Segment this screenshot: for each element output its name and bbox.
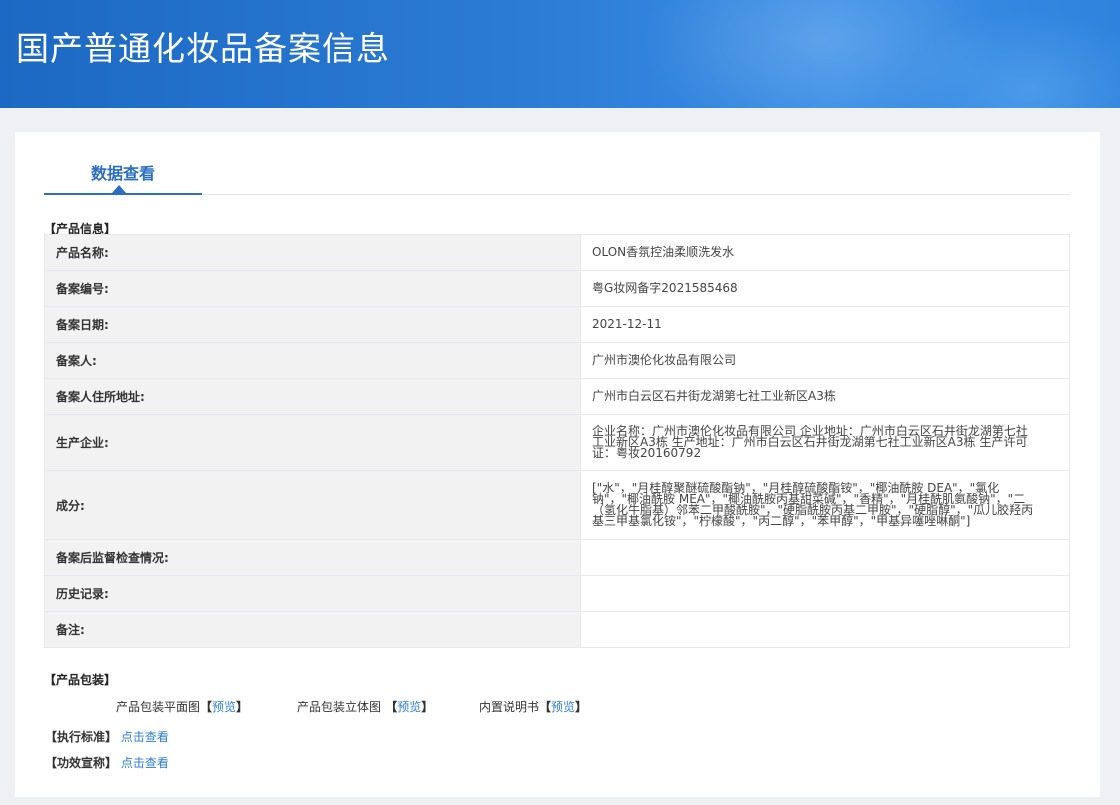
row-value: [580, 611, 1070, 648]
content-panel: 数据查看 【产品信息】 产品名称: OLON香氛控油柔顺洗发水 备案编号: 粤G…: [15, 132, 1100, 797]
table-row: 备案人: 广州市澳伦化妆品有限公司: [44, 342, 1070, 379]
row-key: 生产企业:: [44, 414, 581, 471]
row-key: 备案后监督检查情况:: [44, 539, 581, 576]
table-row: 成分: ["水"，"月桂醇聚醚硫酸酯钠"，"月桂醇硫酸酯铵"，"椰油酰胺 DEA…: [44, 470, 1070, 540]
table-row: 备注:: [44, 611, 1070, 648]
packaging-item-3d: 产品包装立体图 【预览】: [297, 698, 433, 715]
row-key: 备注:: [44, 611, 581, 648]
efficacy-line: 【功效宣称】 点击查看: [45, 754, 169, 771]
row-value: ["水"，"月桂醇聚醚硫酸酯钠"，"月桂醇硫酸酯铵"，"椰油酰胺 DEA"，"氯…: [580, 470, 1070, 540]
efficacy-label: 【功效宣称】: [45, 756, 118, 770]
packaging-item-label: 产品包装平面图: [116, 700, 201, 714]
row-value: 2021-12-11: [580, 306, 1070, 343]
row-value: 广州市澳伦化妆品有限公司: [580, 342, 1070, 379]
row-key: 备案编号:: [44, 270, 581, 307]
row-key: 成分:: [44, 470, 581, 540]
packaging-heading: 【产品包装】: [44, 673, 117, 687]
table-row: 备案日期: 2021-12-11: [44, 306, 1070, 343]
product-info-table: 产品名称: OLON香氛控油柔顺洗发水 备案编号: 粤G妆网备字20215854…: [44, 234, 1070, 648]
bracket-close: 】: [236, 700, 249, 714]
row-key: 历史记录:: [44, 575, 581, 612]
row-value: OLON香氛控油柔顺洗发水: [580, 234, 1070, 271]
packaging-item-flat: 产品包装平面图【预览】: [116, 698, 248, 715]
standard-line: 【执行标准】 点击查看: [45, 728, 169, 745]
preview-link-flat[interactable]: 预览: [212, 700, 236, 714]
row-key: 备案日期:: [44, 306, 581, 343]
row-value: [580, 575, 1070, 612]
row-value: 粤G妆网备字2021585468: [580, 270, 1070, 307]
standard-view-link[interactable]: 点击查看: [121, 730, 169, 744]
preview-link-manual[interactable]: 预览: [551, 700, 575, 714]
row-key: 备案人住所地址:: [44, 378, 581, 415]
row-value: [580, 539, 1070, 576]
row-value: 企业名称：广州市澳伦化妆品有限公司 企业地址：广州市白云区石井街龙湖第七社工业新…: [580, 414, 1070, 471]
packaging-item-label: 产品包装立体图: [297, 700, 382, 714]
bracket-close: 】: [421, 700, 434, 714]
table-row: 产品名称: OLON香氛控油柔顺洗发水: [44, 234, 1070, 271]
bracket-open: 【: [381, 700, 398, 714]
table-row: 备案编号: 粤G妆网备字2021585468: [44, 270, 1070, 307]
table-row: 历史记录:: [44, 575, 1070, 612]
table-row: 生产企业: 企业名称：广州市澳伦化妆品有限公司 企业地址：广州市白云区石井街龙湖…: [44, 414, 1070, 471]
row-value: 广州市白云区石井街龙湖第七社工业新区A3栋: [580, 378, 1070, 415]
bracket-open: 【: [200, 700, 213, 714]
tab-bar: 数据查看: [44, 132, 1070, 195]
row-key: 产品名称:: [44, 234, 581, 271]
packaging-item-label: 内置说明书: [479, 700, 540, 714]
tab-caret-indicator: [112, 185, 126, 193]
header-banner: 国产普通化妆品备案信息: [0, 0, 1120, 108]
row-key: 备案人:: [44, 342, 581, 379]
efficacy-view-link[interactable]: 点击查看: [121, 756, 169, 770]
preview-link-3d[interactable]: 预览: [397, 700, 421, 714]
table-row: 备案人住所地址: 广州市白云区石井街龙湖第七社工业新区A3栋: [44, 378, 1070, 415]
table-row: 备案后监督检查情况:: [44, 539, 1070, 576]
packaging-item-manual: 内置说明书【预览】: [479, 698, 587, 715]
banner-glow-right: [900, 10, 1120, 108]
tab-data-view-label: 数据查看: [90, 164, 155, 183]
standard-label: 【执行标准】: [45, 730, 118, 744]
page-title: 国产普通化妆品备案信息: [16, 29, 390, 68]
bracket-open: 【: [539, 700, 552, 714]
bracket-close: 】: [575, 700, 588, 714]
